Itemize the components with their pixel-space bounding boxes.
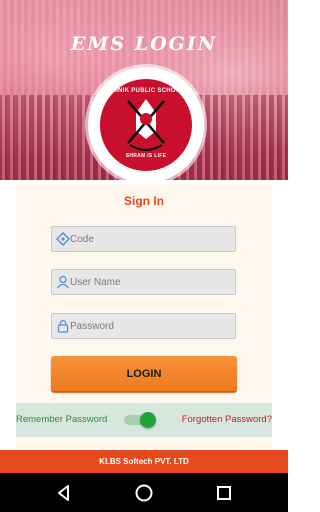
login-button[interactable]: LOGIN bbox=[51, 356, 237, 391]
username-input[interactable] bbox=[70, 270, 230, 294]
code-input[interactable] bbox=[70, 227, 230, 251]
sign-in-heading: Sign In bbox=[124, 194, 164, 208]
footer-text: KLBS Softech PVT. LTD bbox=[99, 457, 189, 466]
logo-emblem: SAINIK PUBLIC SCHOOL SHRAM IS LIFE bbox=[100, 79, 192, 171]
forgot-password-link[interactable]: Forgotten Password? bbox=[182, 414, 272, 425]
password-field[interactable] bbox=[51, 313, 236, 339]
code-icon bbox=[56, 232, 70, 246]
recents-icon[interactable] bbox=[213, 482, 235, 504]
username-field[interactable] bbox=[51, 269, 236, 295]
back-icon[interactable] bbox=[53, 482, 75, 504]
toggle-knob bbox=[140, 412, 156, 428]
user-icon bbox=[56, 275, 70, 289]
android-navigation-bar bbox=[0, 473, 288, 512]
school-logo: SAINIK PUBLIC SCHOOL SHRAM IS LIFE bbox=[88, 67, 204, 183]
home-icon[interactable] bbox=[133, 482, 155, 504]
code-field[interactable] bbox=[51, 226, 236, 252]
options-row: Remember Password Forgotten Password? bbox=[16, 403, 272, 437]
remember-password-label[interactable]: Remember Password bbox=[16, 414, 107, 425]
page-title: EMS LOGIN bbox=[70, 33, 218, 55]
footer-bar: KLBS Softech PVT. LTD bbox=[0, 450, 288, 473]
remember-password-toggle[interactable] bbox=[122, 412, 158, 428]
logo-bottom-text: SHRAM IS LIFE bbox=[125, 153, 167, 159]
lock-icon bbox=[57, 319, 69, 333]
password-input[interactable] bbox=[70, 314, 230, 338]
